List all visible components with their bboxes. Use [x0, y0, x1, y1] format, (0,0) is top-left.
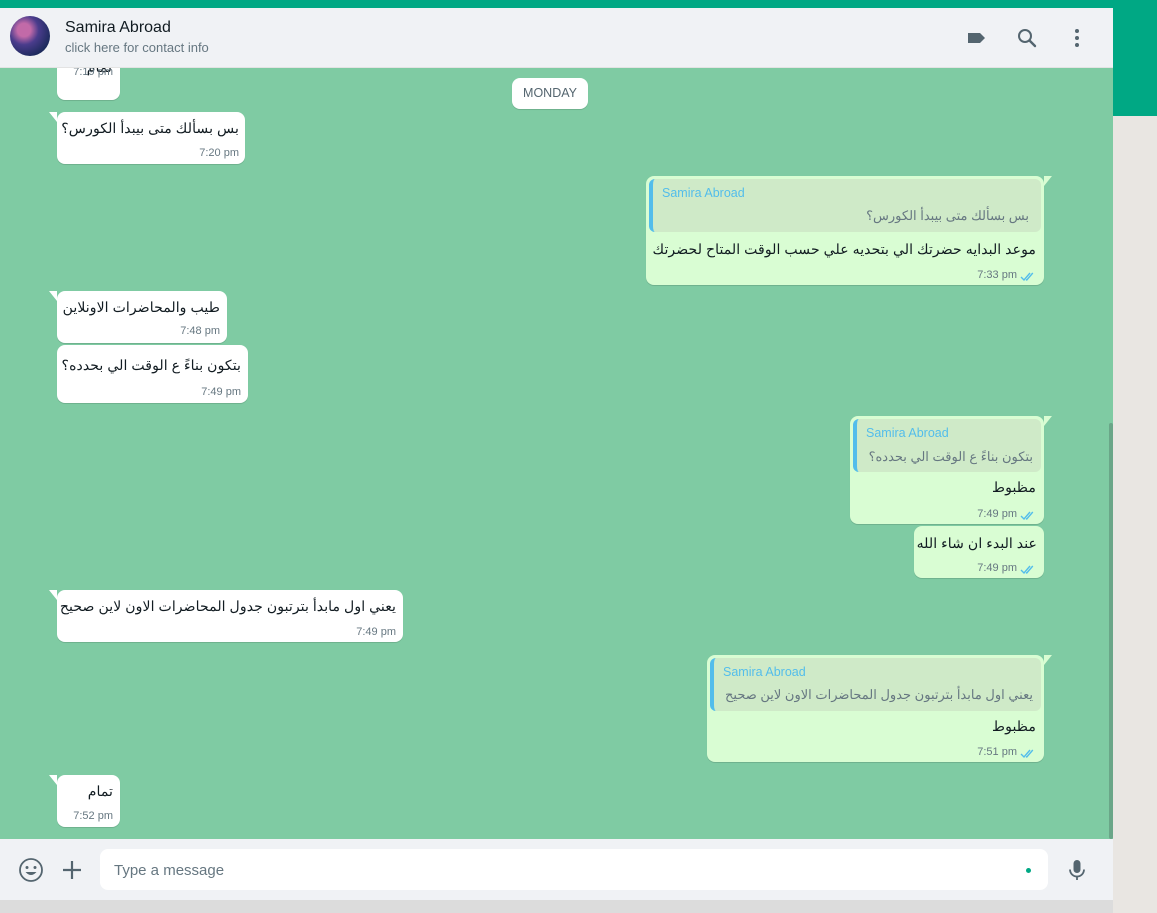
- quoted-message[interactable]: Samira Abroad يعني اول مابدأ بترتبون جدو…: [710, 658, 1041, 711]
- incoming-message[interactable]: تمام 7:52 pm: [49, 775, 120, 827]
- quoted-sender: Samira Abroad: [723, 665, 806, 679]
- label-icon[interactable]: [965, 26, 989, 50]
- message-text: تمام: [87, 784, 113, 800]
- window-top-accent: [0, 0, 1157, 8]
- message-input[interactable]: [112, 857, 1006, 883]
- day-separator: MONDAY: [512, 78, 588, 109]
- plus-icon[interactable]: [59, 857, 85, 883]
- message-text: مظبوط: [992, 480, 1036, 496]
- quoted-text: يعني اول مابدأ بترتبون جدول المحاضرات ال…: [725, 687, 1033, 702]
- window-bottom-edge: [0, 900, 1113, 913]
- message-list-scrollbar[interactable]: [1109, 423, 1113, 839]
- outgoing-message[interactable]: Samira Abroad بس بسألك متى بيبدأ الكورس؟…: [646, 176, 1052, 285]
- message-text: مظبوط: [992, 719, 1036, 735]
- double-check-icon: [1020, 269, 1036, 282]
- chat-header[interactable]: Samira Abroad click here for contact inf…: [0, 8, 1113, 68]
- microphone-icon[interactable]: [1064, 857, 1090, 883]
- message-time: 7:49 pm: [977, 508, 1017, 520]
- message-time: 7:19 pm: [73, 68, 113, 78]
- incoming-message[interactable]: يعني اول مابدأ بترتبون جدول المحاضرات ال…: [49, 590, 403, 642]
- contact-avatar[interactable]: [10, 16, 50, 56]
- message-time: 7:49 pm: [356, 626, 396, 638]
- quoted-sender: Samira Abroad: [662, 186, 745, 200]
- side-accent-panel: [1113, 0, 1157, 116]
- message-text: طيب والمحاضرات الاونلاين: [62, 300, 220, 316]
- incoming-message[interactable]: طيب والمحاضرات الاونلاين 7:48 pm: [49, 291, 227, 343]
- message-time: 7:20 pm: [199, 147, 239, 159]
- contact-name[interactable]: Samira Abroad: [65, 19, 171, 37]
- search-icon[interactable]: [1015, 26, 1039, 50]
- message-time: 7:49 pm: [977, 562, 1017, 574]
- incoming-message[interactable]: تمام 7:19 pm: [57, 68, 120, 100]
- message-input-box[interactable]: [100, 849, 1048, 890]
- quoted-message[interactable]: Samira Abroad بس بسألك متى بيبدأ الكورس؟: [649, 179, 1041, 232]
- kebab-menu-icon[interactable]: [1065, 26, 1089, 50]
- quoted-text: بس بسألك متى بيبدأ الكورس؟: [866, 208, 1029, 223]
- double-check-icon: [1020, 746, 1036, 759]
- message-time: 7:48 pm: [180, 325, 220, 337]
- contact-info-hint[interactable]: click here for contact info: [65, 40, 209, 55]
- chat-window: Samira Abroad click here for contact inf…: [0, 8, 1113, 900]
- message-text: موعد البدايه حضرتك الي بتحديه علي حسب ال…: [652, 242, 1037, 258]
- side-gray-panel: [1113, 116, 1157, 913]
- quoted-sender: Samira Abroad: [866, 426, 949, 440]
- outgoing-message[interactable]: Samira Abroad بتكون بناءً ع الوقت الي بح…: [850, 416, 1052, 524]
- message-text: بس بسألك متى بيبدأ الكورس؟: [61, 121, 239, 137]
- quoted-text: بتكون بناءً ع الوقت الي بحدده؟: [868, 449, 1033, 464]
- incoming-message[interactable]: بتكون بناءً ع الوقت الي بحدده؟ 7:49 pm: [57, 345, 248, 403]
- emoji-icon[interactable]: [18, 857, 44, 883]
- message-time: 7:51 pm: [977, 746, 1017, 758]
- double-check-icon: [1020, 562, 1036, 575]
- composer-bar: [0, 839, 1113, 900]
- message-time: 7:49 pm: [201, 386, 241, 398]
- outgoing-message[interactable]: عند البدء ان شاء الله 7:49 pm: [914, 526, 1044, 578]
- message-time: 7:33 pm: [977, 269, 1017, 281]
- message-list[interactable]: MONDAY تمام 7:19 pm بس بسألك متى بيبدأ ا…: [0, 68, 1113, 839]
- message-text: بتكون بناءً ع الوقت الي بحدده؟: [61, 358, 241, 374]
- message-text: عند البدء ان شاء الله: [916, 536, 1037, 552]
- outgoing-message[interactable]: Samira Abroad يعني اول مابدأ بترتبون جدو…: [707, 655, 1052, 762]
- quoted-message[interactable]: Samira Abroad بتكون بناءً ع الوقت الي بح…: [853, 419, 1041, 472]
- input-status-dot: [1026, 868, 1031, 873]
- message-time: 7:52 pm: [73, 810, 113, 822]
- incoming-message[interactable]: بس بسألك متى بيبدأ الكورس؟ 7:20 pm: [49, 112, 245, 164]
- double-check-icon: [1020, 508, 1036, 521]
- message-text: يعني اول مابدأ بترتبون جدول المحاضرات ال…: [59, 599, 396, 615]
